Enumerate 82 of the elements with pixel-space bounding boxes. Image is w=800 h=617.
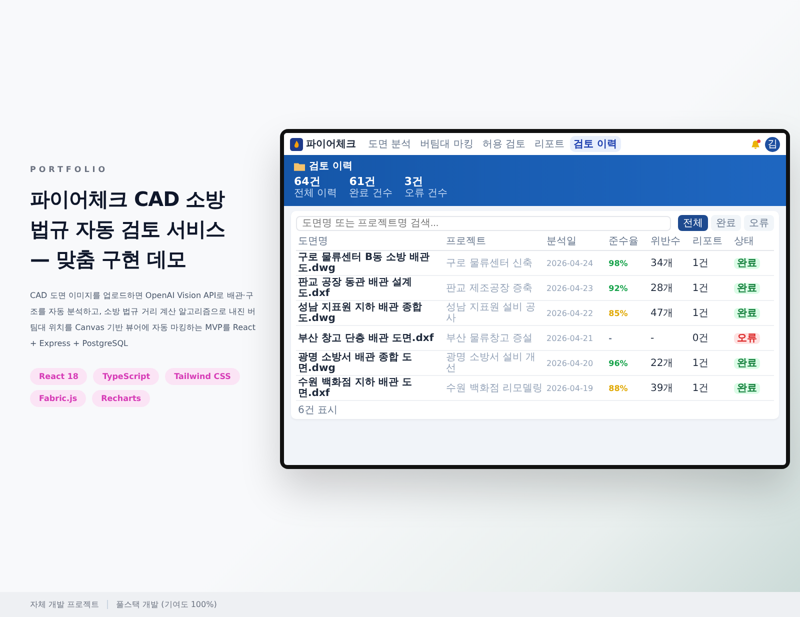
tech-tag: Tailwind CSS [165, 368, 240, 385]
violations-cell: 22개 [648, 350, 690, 376]
date-cell: 2026-04-20 [544, 350, 607, 376]
reports-cell: 1건 [690, 350, 732, 376]
nav-tab[interactable]: 리포트 [530, 136, 569, 152]
compliance-rate-cell: 92% [606, 276, 648, 300]
nav-tab[interactable]: 검토 이력 [570, 136, 622, 152]
column-header: 프로젝트 [444, 232, 545, 250]
column-header: 위반수 [648, 232, 690, 250]
compliance-rate-cell: 85% [606, 300, 648, 326]
column-header: 분석일 [544, 232, 607, 250]
filter-button[interactable]: 전체 [678, 215, 708, 231]
status-badge: 완료 [734, 258, 760, 268]
date-cell: 2026-04-21 [544, 326, 607, 350]
status-badge: 완료 [734, 382, 760, 394]
column-header: 상태 [732, 232, 774, 250]
nav-tab[interactable]: 도면 분석 [364, 136, 416, 152]
page-title: 법규 자동 검토 서비스 [30, 216, 226, 243]
page-title: 파이어체크 CAD 소방 [30, 186, 226, 213]
date-cell: 2026-04-19 [544, 376, 607, 400]
project-cell: 부산 물류창고 증설 [444, 326, 545, 350]
file-name-cell: 수원 백화점 지하 배관 도면.dxf [296, 376, 444, 400]
violations-cell: 34개 [648, 250, 690, 276]
compliance-rate-cell: 98% [606, 250, 648, 276]
stat-label: 오류 건수 [404, 188, 448, 200]
nav-tab[interactable]: 허용 검토 [478, 136, 530, 152]
project-cell: 판교 제조공장 증축 [444, 276, 545, 300]
stat-label: 완료 건수 [349, 188, 392, 200]
folder-icon [294, 162, 305, 170]
eyebrow-label: PORTFOLIO [30, 165, 110, 174]
tech-tag: React 18 [30, 368, 88, 385]
project-cell: 광명 소방서 설비 개선 [444, 350, 545, 376]
section-title: 검토 이력 [309, 160, 352, 173]
project-cell: 구로 물류센터 신축 [444, 250, 545, 276]
file-name-cell: 부산 창고 단층 배관 도면.dxf [296, 326, 444, 350]
nav-tab[interactable]: 버팀대 마킹 [416, 136, 478, 152]
violations-cell: 47개 [648, 300, 690, 326]
tech-tag: TypeScript [93, 368, 160, 385]
project-cell: 수원 백화점 리모델링 [444, 376, 545, 400]
violations-cell: - [648, 326, 690, 350]
file-name-cell: 성남 지표원 지하 배관 종합도.dwg [296, 300, 444, 326]
date-cell: 2026-04-24 [544, 250, 607, 276]
compliance-rate-cell: 88% [606, 376, 648, 400]
page-title: — 맞춤 구현 데모 [30, 246, 187, 273]
filter-button[interactable]: 완료 [711, 215, 741, 231]
tech-tag: Fabric.js [30, 390, 86, 407]
status-badge: 완료 [734, 282, 760, 294]
column-header: 준수율 [606, 232, 648, 250]
compliance-rate-cell: - [606, 326, 648, 350]
compliance-rate-cell: 96% [606, 350, 648, 376]
search-field[interactable]: 도면명 또는 프로젝트명 검색... [296, 216, 671, 230]
violations-cell: 39개 [648, 376, 690, 400]
row-count: 6건 표시 [297, 404, 339, 417]
date-cell: 2026-04-23 [544, 276, 607, 300]
stat-value: 61건 [349, 175, 376, 188]
status-badge: 오류 [734, 332, 760, 344]
column-header: 리포트 [690, 232, 732, 250]
stat-value: 3건 [404, 175, 424, 188]
stat-value: 64건 [294, 175, 322, 188]
violations-cell: 28개 [648, 276, 690, 300]
reports-cell: 0건 [690, 326, 732, 350]
reports-cell: 1건 [690, 376, 732, 400]
app-name: 파이어체크 [306, 138, 356, 151]
reports-cell: 1건 [690, 300, 732, 326]
status-badge: 완료 [734, 308, 760, 318]
footer-text: 자체 개발 프로젝트 [30, 599, 100, 610]
project-cell: 성남 지표원 설비 공사 [444, 300, 545, 326]
file-name-cell: 구로 물류센터 B동 소방 배관도.dwg [296, 250, 444, 276]
date-cell: 2026-04-22 [544, 300, 607, 326]
reports-cell: 1건 [690, 250, 732, 276]
reports-cell: 1건 [690, 276, 732, 300]
filter-button[interactable]: 오류 [744, 215, 774, 231]
stat-label: 전체 이력 [294, 188, 338, 200]
description: CAD 도면 이미지를 업로드하면 OpenAI Vision API로 배관·구조를 자동 분석하고, 소방 법규 거리 계산 알고리즘으로 내진 버팀대 위치를 Canvas 기반 뷰어에 자동 마킹하는 MVP를 React + Express + PostgreSQL [30, 290, 256, 350]
tech-tag: Recharts [92, 390, 150, 407]
column-header: 도면명 [296, 232, 444, 250]
status-badge: 완료 [734, 358, 760, 368]
bell-icon[interactable] [750, 138, 761, 150]
footer-text: 풀스택 개발 (기여도 100%) [116, 599, 217, 610]
file-name-cell: 광명 소방서 배관 종합 도면.dwg [296, 350, 444, 376]
file-name-cell: 판교 공장 동관 배관 설계도.dxf [296, 276, 444, 300]
user-avatar[interactable]: 김 [765, 136, 780, 152]
